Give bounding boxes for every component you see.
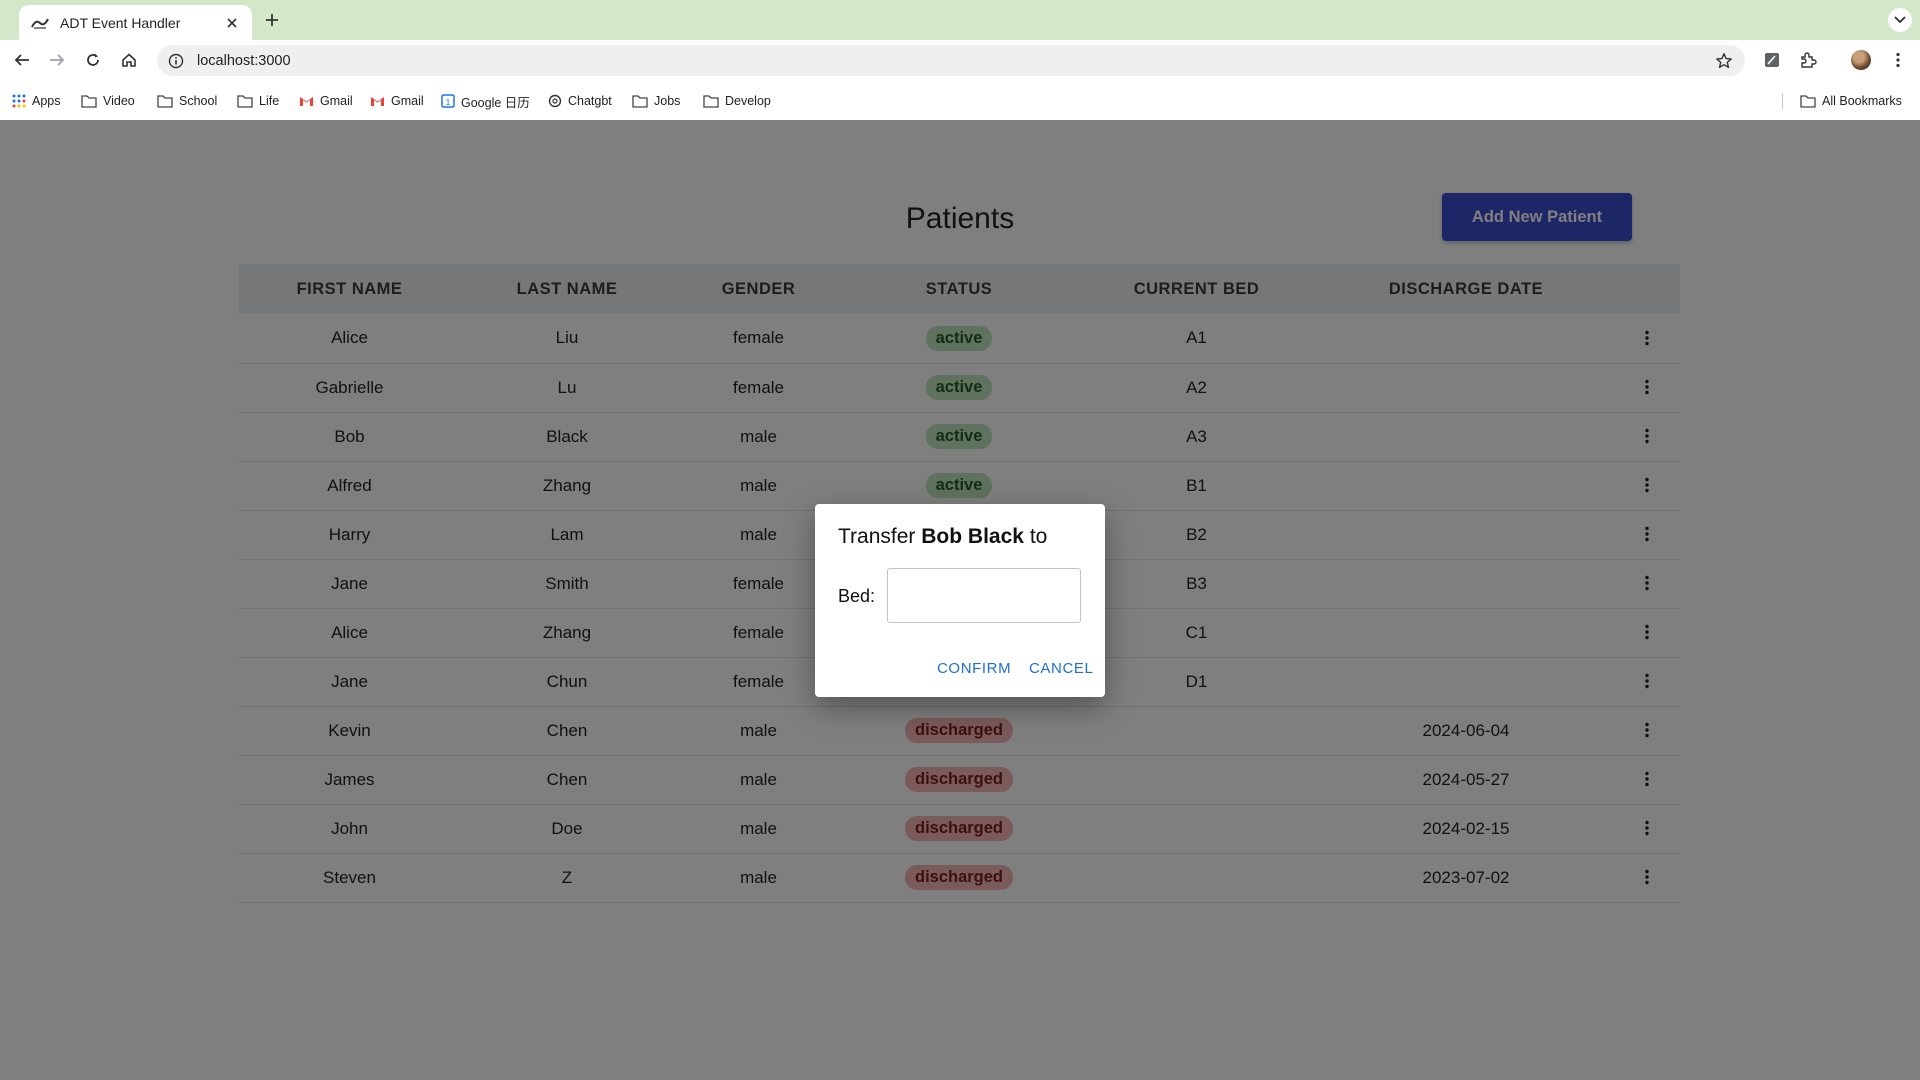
site-info-icon[interactable] — [167, 52, 185, 70]
new-tab-icon[interactable] — [262, 10, 282, 30]
url-text: localhost:3000 — [197, 52, 291, 69]
google-calendar-icon: 1 — [441, 94, 455, 108]
bookmark-star-icon[interactable] — [1715, 52, 1733, 70]
gmail-icon — [300, 97, 313, 106]
browser-toolbar: localhost:3000 — [0, 40, 1920, 80]
extensions-puzzle-icon[interactable] — [1796, 48, 1820, 72]
bookmark-label: Apps — [32, 94, 61, 108]
bookmark-label: Develop — [725, 94, 771, 108]
apps-grid-icon — [12, 94, 26, 108]
transfer-dialog: Transfer Bob Black to Bed: CONFIRM CANCE… — [815, 504, 1105, 697]
bookmark-chatgbt[interactable]: Chatgbt — [548, 91, 612, 111]
bookmark-label: Gmail — [320, 94, 353, 108]
tab-strip: ADT Event Handler — [0, 0, 1920, 40]
bookmark-jobs[interactable]: Jobs — [632, 91, 680, 111]
tab-search-icon[interactable] — [1888, 8, 1912, 32]
bookmark-label: Video — [103, 94, 135, 108]
confirm-button[interactable]: CONFIRM — [937, 660, 1011, 677]
bookmark-apps[interactable]: Apps — [12, 91, 61, 111]
folder-icon — [1800, 95, 1816, 108]
svg-text:1: 1 — [446, 98, 451, 107]
avatar — [1851, 50, 1871, 70]
bookmarks-bar: Apps Video School Life Gmail Gmail 1 Goo… — [0, 80, 1920, 120]
dialog-patient-name: Bob Black — [921, 525, 1024, 548]
bookmark-develop[interactable]: Develop — [703, 91, 771, 111]
site-favicon-icon — [31, 17, 49, 29]
bookmark-label: Gmail — [391, 94, 424, 108]
address-bar[interactable]: localhost:3000 — [157, 45, 1745, 76]
folder-icon — [157, 95, 173, 108]
extension-pen-icon[interactable] — [1760, 48, 1784, 72]
home-icon[interactable] — [117, 48, 141, 72]
folder-icon — [632, 95, 648, 108]
all-bookmarks[interactable]: All Bookmarks — [1800, 91, 1902, 111]
bookmark-label: Google 日历 — [461, 95, 530, 110]
dialog-title: Transfer Bob Black to — [838, 525, 1047, 549]
bookmark-label: School — [179, 94, 218, 108]
bookmark-gmail-1[interactable]: Gmail — [299, 91, 353, 111]
bookmark-gmail-2[interactable]: Gmail — [370, 91, 424, 111]
bookmark-video[interactable]: Video — [81, 91, 135, 111]
bookmark-label: Jobs — [654, 94, 681, 108]
bookmark-label: Chatgbt — [568, 94, 612, 108]
forward-arrow-icon[interactable] — [45, 48, 69, 72]
browser-tab[interactable]: ADT Event Handler — [19, 5, 252, 40]
gmail-icon — [371, 97, 384, 106]
reload-icon[interactable] — [81, 48, 105, 72]
bookmark-school[interactable]: School — [157, 91, 217, 111]
bookmark-google-calendar[interactable]: 1 Google 日历 — [441, 91, 530, 111]
cancel-button[interactable]: CANCEL — [1029, 660, 1093, 677]
close-tab-icon[interactable] — [224, 15, 240, 31]
chatgpt-icon — [548, 94, 562, 108]
profile-avatar[interactable] — [1849, 48, 1873, 72]
bookmark-life[interactable]: Life — [237, 91, 279, 111]
tab-title: ADT Event Handler — [60, 14, 181, 31]
dialog-title-prefix: Transfer — [838, 525, 916, 548]
browser-menu-icon[interactable] — [1886, 48, 1910, 72]
folder-icon — [703, 95, 719, 108]
all-bookmarks-label: All Bookmarks — [1822, 94, 1902, 108]
dialog-title-suffix: to — [1029, 525, 1048, 548]
back-arrow-icon[interactable] — [10, 48, 34, 72]
bookmark-label: Life — [259, 94, 280, 108]
bed-label: Bed: — [838, 586, 876, 606]
folder-icon — [237, 95, 253, 108]
bed-input[interactable] — [887, 568, 1081, 623]
folder-icon — [81, 95, 97, 108]
bookmarks-divider — [1782, 93, 1783, 109]
